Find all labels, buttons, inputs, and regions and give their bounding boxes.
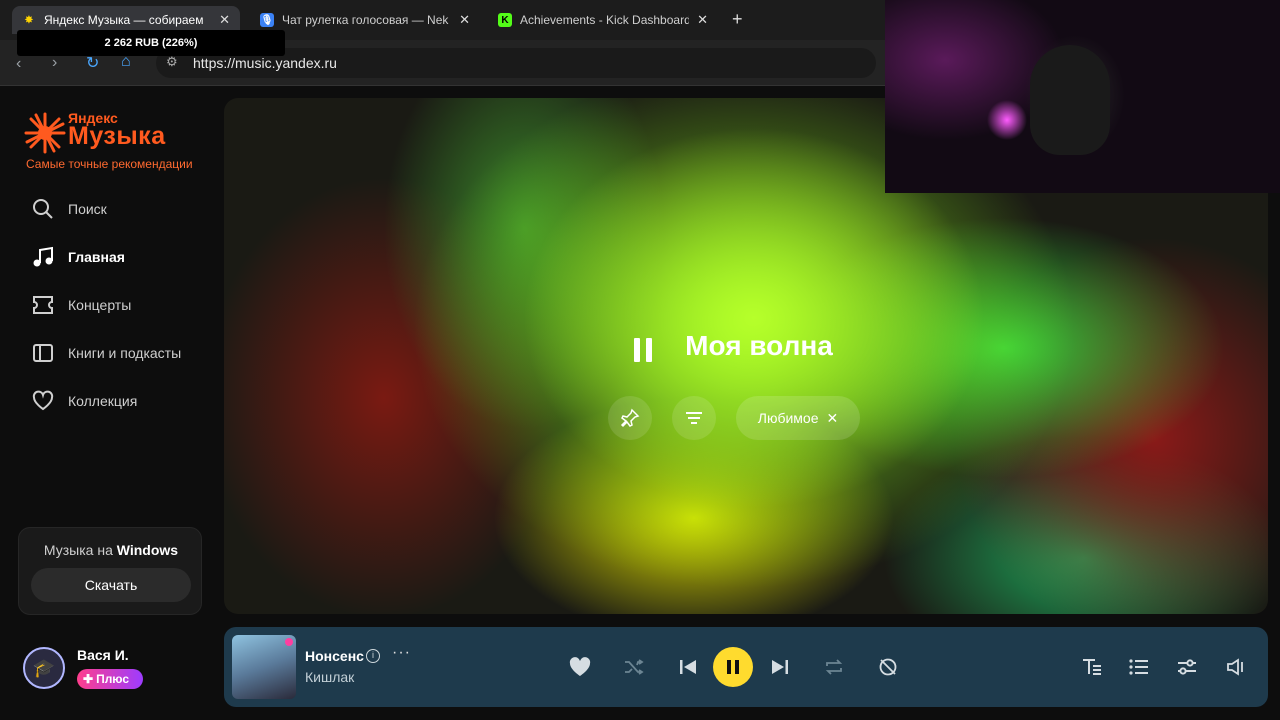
- favorites-chip[interactable]: Любимое ✕: [736, 396, 860, 440]
- url-text[interactable]: https://music.yandex.ru: [193, 55, 337, 71]
- yandex-music-logo-icon[interactable]: [24, 112, 66, 154]
- sidebar-item-home[interactable]: Главная: [30, 243, 125, 271]
- sidebar-item-label: Коллекция: [68, 393, 138, 409]
- plus-icon: ✚: [83, 672, 94, 686]
- sidebar-item-search[interactable]: Поиск: [30, 195, 107, 223]
- track-artist[interactable]: Кишлак: [305, 669, 354, 685]
- info-icon[interactable]: i: [366, 649, 380, 663]
- sliders-icon: [1178, 659, 1196, 675]
- pause-icon: [727, 660, 739, 674]
- sidebar-item-label: Поиск: [68, 201, 107, 217]
- track-cover[interactable]: [232, 635, 296, 699]
- back-icon[interactable]: ‹: [16, 55, 21, 73]
- track-title[interactable]: Нонсенс: [305, 648, 364, 664]
- heart-icon: [569, 657, 591, 676]
- sidebar-item-label: Концерты: [68, 297, 132, 313]
- settings-lines-icon: [686, 412, 702, 424]
- tagline: Самые точные рекомендации: [26, 157, 193, 171]
- tab-kick-dashboard[interactable]: K Achievements - Kick Dashboard ✕: [488, 6, 718, 34]
- sidebar-item-label: Главная: [68, 249, 125, 265]
- yandex-music-favicon-icon: ✸: [24, 14, 34, 26]
- tab-title: Чат рулетка голосовая — Nek: [282, 13, 449, 27]
- logo-music-text: Музыка: [68, 122, 166, 150]
- chip-label: Любимое: [757, 410, 819, 426]
- site-settings-icon[interactable]: ⚙: [166, 54, 178, 70]
- download-app-promo: Музыка на Windows Скачать: [18, 527, 202, 615]
- ticket-icon: [30, 292, 56, 318]
- user-name[interactable]: Вася И.: [77, 647, 129, 663]
- previous-icon: [680, 660, 696, 674]
- like-button[interactable]: [567, 654, 593, 680]
- sidebar-item-collection[interactable]: Коллекция: [30, 387, 137, 415]
- close-icon[interactable]: ✕: [827, 410, 839, 427]
- more-icon[interactable]: ···: [392, 644, 411, 662]
- repeat-button[interactable]: [821, 654, 847, 680]
- heart-icon: [30, 388, 56, 414]
- webcam-overlay: [885, 0, 1280, 193]
- volume-button[interactable]: [1223, 654, 1249, 680]
- dislike-icon: [879, 658, 897, 676]
- shuffle-button[interactable]: [621, 654, 647, 680]
- sidebar-item-books-podcasts[interactable]: Книги и подкасты: [30, 339, 181, 367]
- queue-button[interactable]: [1126, 654, 1152, 680]
- reload-icon[interactable]: ↻: [86, 53, 99, 73]
- queue-icon: [1129, 659, 1148, 675]
- next-icon: [772, 660, 788, 674]
- previous-button[interactable]: [675, 654, 701, 680]
- repeat-icon: [825, 659, 843, 675]
- search-icon: [30, 196, 56, 222]
- close-tab-icon[interactable]: ✕: [459, 12, 470, 28]
- equalizer-button[interactable]: [1174, 654, 1200, 680]
- tab-chat-roulette[interactable]: 🎙 Чат рулетка голосовая — Nek ✕: [250, 6, 480, 34]
- forward-icon[interactable]: ›: [52, 54, 57, 72]
- microphone-favicon-icon: 🎙: [260, 13, 274, 27]
- promo-text: Музыка на Windows: [43, 542, 179, 558]
- wave-settings-button[interactable]: [672, 396, 716, 440]
- lyrics-icon: [1083, 659, 1101, 675]
- download-button[interactable]: Скачать: [31, 568, 191, 602]
- play-pause-button[interactable]: [713, 647, 753, 687]
- avatar[interactable]: 🎓: [23, 647, 65, 689]
- close-tab-icon[interactable]: ✕: [219, 12, 230, 28]
- tab-title: Achievements - Kick Dashboard: [520, 13, 690, 27]
- book-icon: [30, 340, 56, 366]
- pin-icon: [620, 408, 640, 428]
- next-button[interactable]: [767, 654, 793, 680]
- lyrics-button[interactable]: [1079, 654, 1105, 680]
- close-tab-icon[interactable]: ✕: [697, 12, 708, 28]
- pin-button[interactable]: [608, 396, 652, 440]
- shuffle-icon: [625, 659, 644, 675]
- donation-overlay: 2 262 RUB (226%): [17, 30, 285, 56]
- streamer-image: [1030, 45, 1110, 155]
- my-wave-title[interactable]: Моя волна: [224, 330, 1268, 362]
- kick-favicon-icon: K: [498, 13, 512, 27]
- music-note-icon: [30, 244, 56, 270]
- volume-icon: [1227, 658, 1243, 676]
- plus-badge[interactable]: ✚ Плюс: [77, 669, 143, 689]
- sidebar-item-label: Книги и подкасты: [68, 345, 182, 361]
- tab-title: Яндекс Музыка — собираем: [44, 13, 204, 27]
- sidebar-item-concerts[interactable]: Концерты: [30, 291, 131, 319]
- new-tab-button[interactable]: +: [732, 9, 743, 30]
- dislike-button[interactable]: [875, 654, 901, 680]
